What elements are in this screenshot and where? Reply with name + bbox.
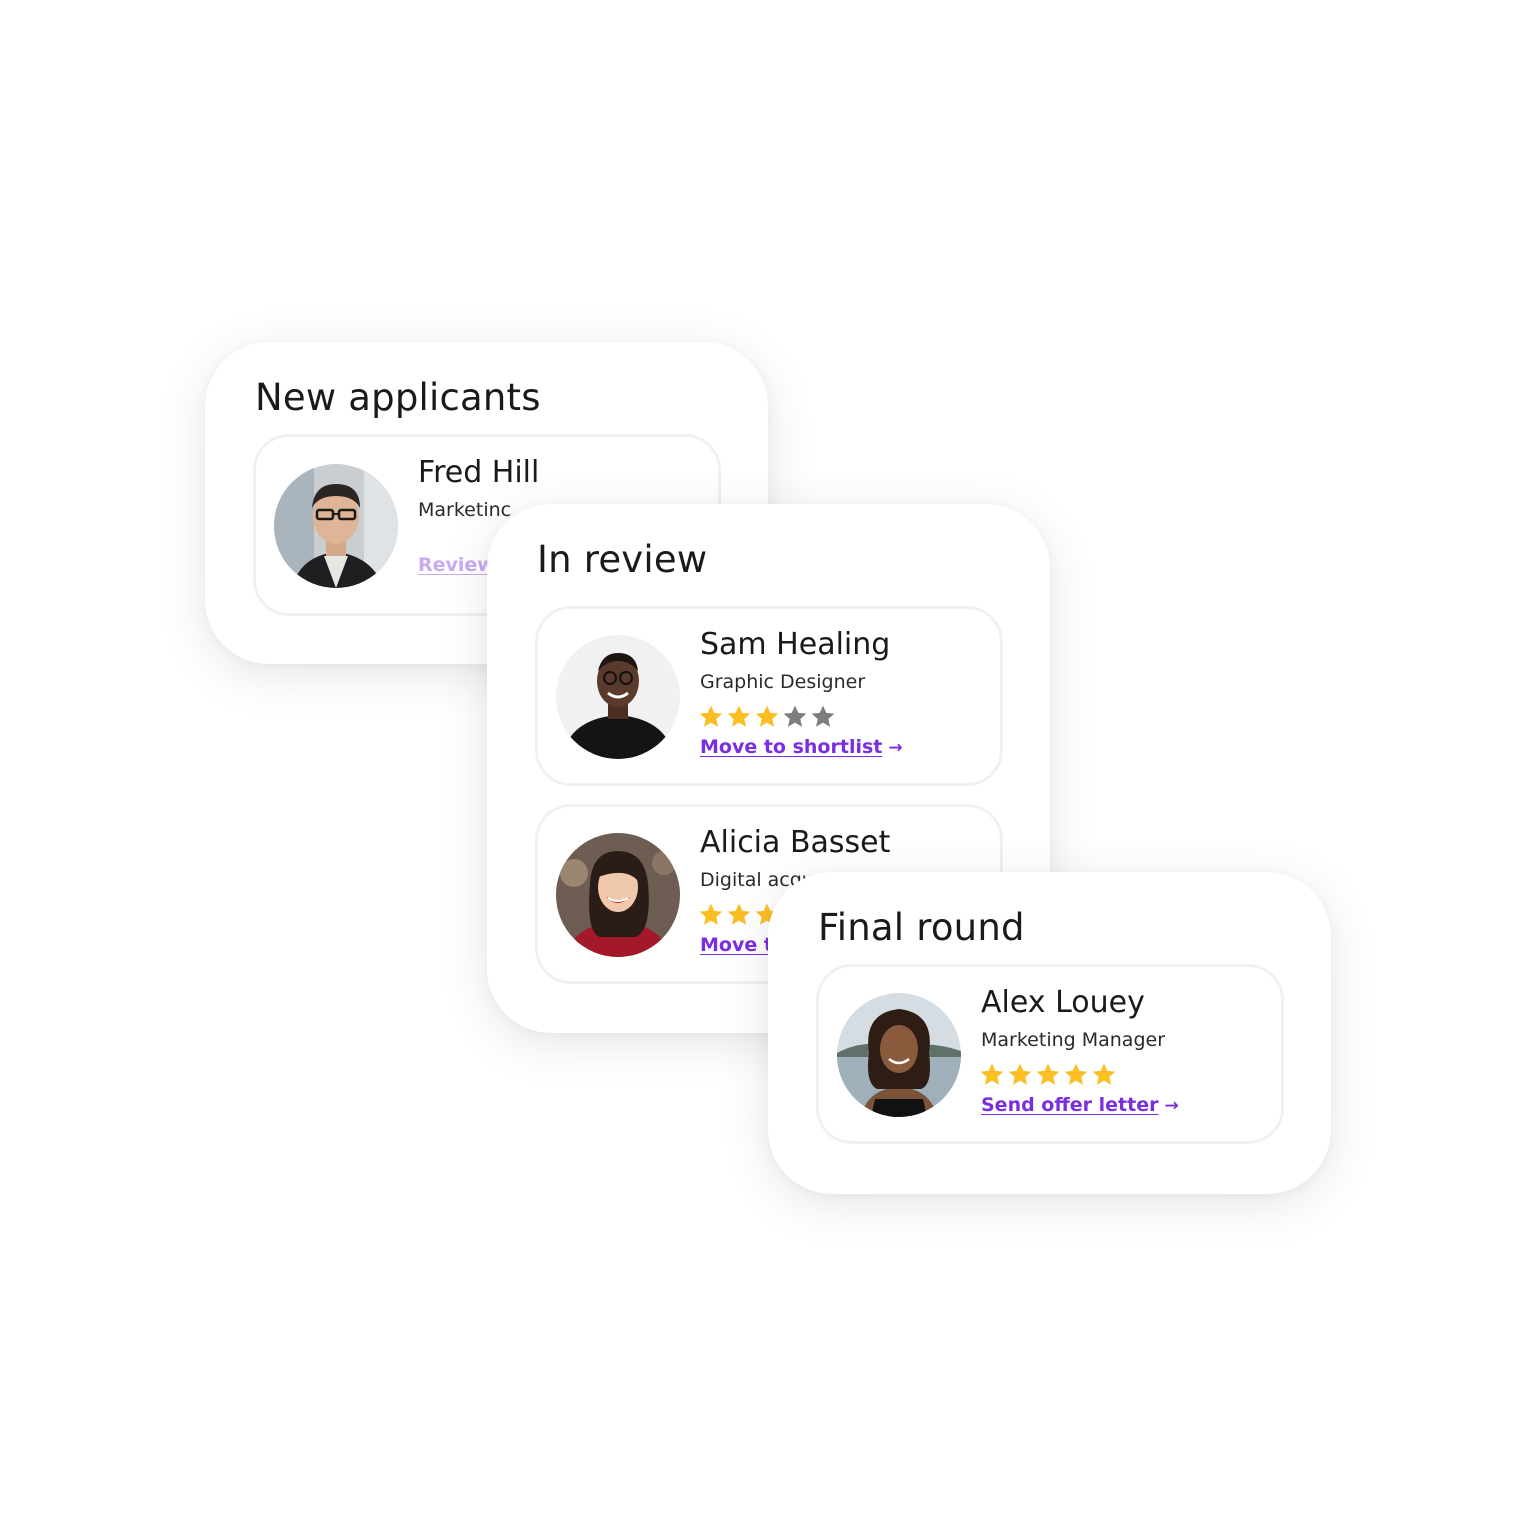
avatar [274, 464, 398, 588]
avatar [556, 635, 680, 759]
star-icon-filled [1064, 1063, 1088, 1085]
panel-title: Final round [818, 906, 1025, 949]
applicant-card-alex-louey[interactable]: Alex Louey Marketing Manager Send offer … [816, 964, 1284, 1144]
action-label: Send offer letter [981, 1094, 1159, 1116]
star-icon-filled [727, 705, 751, 727]
panel-title: In review [537, 538, 708, 581]
arrow-right-icon: → [1164, 1096, 1179, 1116]
avatar-photo-man-black-shirt [556, 635, 680, 759]
avatar-photo-woman-curly-hair [837, 993, 961, 1117]
applicant-name: Sam Healing [700, 627, 891, 662]
panel-title: New applicants [255, 376, 541, 419]
avatar-photo-woman-red-top [556, 833, 680, 957]
applicant-role: Marketing Manager [981, 1029, 1166, 1051]
star-icon-filled [755, 705, 779, 727]
star-rating [698, 704, 836, 730]
avatar [556, 833, 680, 957]
applicant-name: Alicia Basset [700, 825, 891, 860]
star-icon-filled [699, 903, 723, 925]
star-rating [979, 1062, 1117, 1088]
star-icon-filled [1008, 1063, 1032, 1085]
applicant-role: Graphic Designer [700, 671, 866, 693]
applicant-name: Fred Hill [418, 455, 540, 490]
avatar [837, 993, 961, 1117]
applicant-role: Marketinc [418, 499, 512, 521]
move-to-shortlist-link[interactable]: Move to shortlist → [700, 736, 903, 758]
applicant-name: Alex Louey [981, 985, 1145, 1020]
avatar-photo-man-glasses [274, 464, 398, 588]
arrow-right-icon: → [888, 738, 903, 758]
star-icon-empty [783, 705, 807, 727]
star-icon-empty [811, 705, 835, 727]
applicant-card-sam-healing[interactable]: Sam Healing Graphic Designer Move to sho… [535, 606, 1003, 786]
star-icon-filled [727, 903, 751, 925]
star-icon-filled [1036, 1063, 1060, 1085]
action-label: Move to shortlist [700, 736, 883, 758]
send-offer-letter-link[interactable]: Send offer letter → [981, 1094, 1179, 1116]
star-icon-filled [699, 705, 723, 727]
panel-final-round: Final round Alex Louey Marketing Manager… [768, 872, 1331, 1194]
star-icon-filled [980, 1063, 1004, 1085]
star-icon-filled [1092, 1063, 1116, 1085]
